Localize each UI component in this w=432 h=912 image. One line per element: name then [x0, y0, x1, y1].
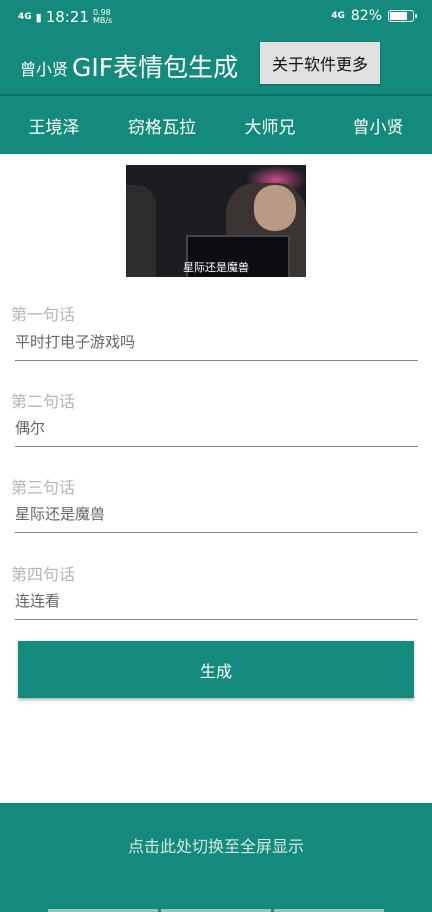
- tab-wang-jingze[interactable]: 王境泽: [0, 96, 108, 154]
- sentence-3-input[interactable]: [15, 498, 418, 533]
- app-title: GIF表情包生成: [72, 53, 239, 82]
- gif-preview-image: 星际还是魔兽: [126, 165, 306, 277]
- sentence-4-input[interactable]: [15, 585, 418, 620]
- network-type-icon: 4G: [331, 11, 345, 21]
- app-user-name: 曾小贤: [20, 60, 69, 79]
- field-label-2: 第二句话: [11, 392, 76, 411]
- preview-caption: 星际还是魔兽: [183, 261, 249, 274]
- sentence-1-input[interactable]: [15, 326, 418, 361]
- status-bar: 4G ▮ 18:21 0.98 MB/s 4G 82%: [0, 0, 432, 34]
- character-tabs: 王境泽 窃格瓦拉 大师兄 曾小贤: [0, 96, 432, 154]
- network-signal-icon: 4G: [18, 12, 32, 22]
- sentence-2-input[interactable]: [15, 412, 418, 447]
- about-software-button[interactable]: 关于软件更多: [260, 42, 380, 84]
- field-label-1: 第一句话: [11, 305, 76, 324]
- fullscreen-toggle-link[interactable]: 点击此处切换至全屏显示: [0, 833, 432, 857]
- clock: 18:21: [45, 8, 89, 26]
- footer-bar: 点击此处切换至全屏显示: [0, 803, 432, 912]
- tab-qiege-wala[interactable]: 窃格瓦拉: [108, 96, 216, 154]
- field-label-3: 第三句话: [11, 478, 76, 497]
- generate-button[interactable]: 生成: [18, 641, 414, 698]
- field-label-4: 第四句话: [11, 565, 76, 584]
- battery-percent: 82%: [350, 8, 382, 24]
- signal-bars-icon: ▮: [35, 10, 42, 24]
- tab-da-shixiong[interactable]: 大师兄: [216, 96, 324, 154]
- battery-icon: [388, 10, 417, 22]
- tab-zeng-xiaoxian[interactable]: 曾小贤: [324, 96, 432, 154]
- network-speed-unit: MB/s: [92, 16, 113, 25]
